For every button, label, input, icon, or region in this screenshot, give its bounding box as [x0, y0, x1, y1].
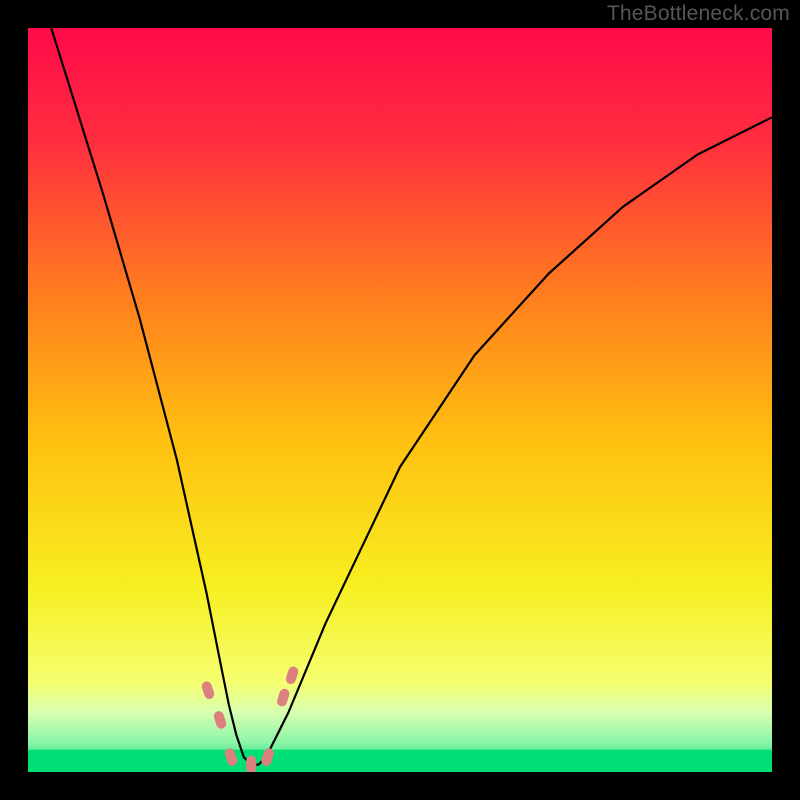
chart-svg [28, 28, 772, 772]
watermark-text: TheBottleneck.com [607, 2, 790, 26]
plot-area [28, 28, 772, 772]
green-band [28, 750, 772, 772]
marker-4 [246, 756, 256, 772]
chart-frame: TheBottleneck.com [0, 0, 800, 800]
chart-background [28, 28, 772, 772]
